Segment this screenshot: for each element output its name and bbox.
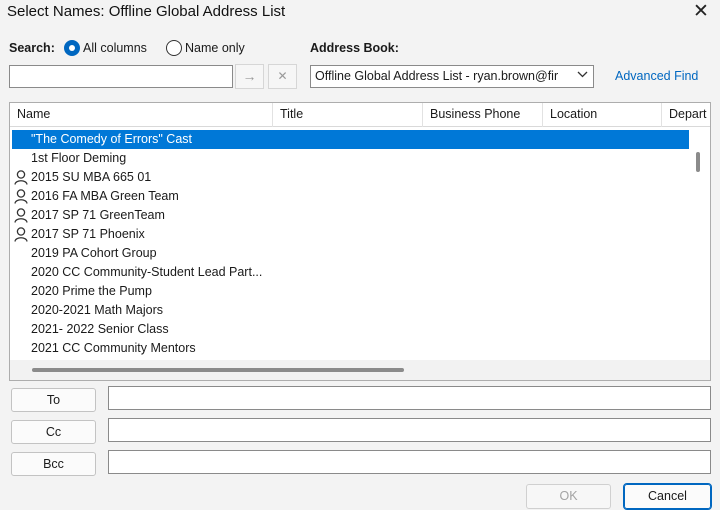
radio-unselected-icon [166, 40, 182, 56]
radio-name-only-label: Name only [185, 41, 245, 55]
list-item[interactable]: 2017 SP 71 Phoenix [10, 225, 690, 244]
vertical-scrollbar[interactable] [689, 128, 710, 362]
close-icon[interactable]: ✕ [690, 1, 712, 23]
radio-all-columns-label: All columns [83, 41, 147, 55]
list-item-name: 1st Floor Deming [31, 151, 127, 165]
ok-button[interactable]: OK [526, 484, 611, 509]
names-list[interactable]: Name Title Business Phone Location Depar… [9, 102, 711, 381]
list-item[interactable]: 1st Floor Deming [10, 149, 690, 168]
chevron-down-icon [577, 69, 588, 81]
person-icon [14, 208, 28, 223]
bcc-field[interactable] [108, 450, 711, 474]
column-header-location[interactable]: Location [543, 103, 662, 127]
list-item-name: 2020 CC Community-Student Lead Part... [31, 265, 263, 279]
list-item-name: 2015 SU MBA 665 01 [31, 170, 152, 184]
list-item[interactable]: 2015 SU MBA 665 01 [10, 168, 690, 187]
cc-button[interactable]: Cc [11, 420, 96, 444]
person-icon [14, 189, 28, 204]
list-item-name: 2021 CC Community Mentors [31, 341, 196, 355]
list-header: Name Title Business Phone Location Depar… [10, 103, 710, 127]
clear-search-icon[interactable]: ✕ [268, 64, 297, 89]
search-input[interactable] [9, 65, 233, 88]
bcc-button[interactable]: Bcc [11, 452, 96, 476]
list-item-name: 2016 FA MBA Green Team [31, 189, 179, 203]
radio-name-only[interactable]: Name only [166, 40, 245, 56]
address-book-select[interactable]: Offline Global Address List - ryan.brown… [310, 65, 594, 88]
list-item[interactable]: 2016 FA MBA Green Team [10, 187, 690, 206]
advanced-find-link[interactable]: Advanced Find [615, 69, 698, 83]
list-item-name: 2020 Prime the Pump [31, 284, 152, 298]
list-item[interactable]: 2020 CC Community-Student Lead Part... [10, 263, 690, 282]
window-title: Select Names: Offline Global Address Lis… [7, 3, 286, 20]
address-book-label: Address Book: [310, 41, 399, 55]
person-icon [14, 227, 28, 242]
list-item[interactable]: 2020-2021 Math Majors [10, 301, 690, 320]
address-book-value: Offline Global Address List - ryan.brown… [315, 69, 559, 83]
list-item[interactable]: 2021- 2022 Senior Class [10, 320, 690, 339]
cc-field[interactable] [108, 418, 711, 442]
title-bar: Select Names: Offline Global Address Lis… [0, 0, 720, 26]
horizontal-scroll-thumb[interactable] [32, 368, 404, 372]
horizontal-scrollbar[interactable] [10, 360, 710, 380]
column-header-title[interactable]: Title [273, 103, 423, 127]
column-header-name[interactable]: Name [10, 103, 273, 127]
list-item-name: 2019 PA Cohort Group [31, 246, 157, 260]
cancel-button[interactable]: Cancel [623, 483, 712, 510]
list-item[interactable]: 2021 CC Community Mentors [10, 339, 690, 358]
list-item-name: 2021- 2022 Senior Class [31, 322, 169, 336]
list-item-name: 2017 SP 71 GreenTeam [31, 208, 165, 222]
person-icon [14, 170, 28, 185]
list-item[interactable]: 2019 PA Cohort Group [10, 244, 690, 263]
list-item-name: "The Comedy of Errors" Cast [31, 132, 193, 146]
list-item-name: 2020-2021 Math Majors [31, 303, 164, 317]
list-item[interactable]: 2017 SP 71 GreenTeam [10, 206, 690, 225]
list-item[interactable]: 2020 Prime the Pump [10, 282, 690, 301]
to-field[interactable] [108, 386, 711, 410]
column-header-department[interactable]: Depart [662, 103, 710, 127]
radio-selected-icon [64, 40, 80, 56]
vertical-scroll-thumb[interactable] [696, 152, 700, 172]
go-arrow-icon[interactable]: → [235, 64, 264, 89]
radio-all-columns[interactable]: All columns [64, 40, 147, 56]
list-item[interactable]: "The Comedy of Errors" Cast [12, 130, 690, 149]
to-button[interactable]: To [11, 388, 96, 412]
column-header-business-phone[interactable]: Business Phone [423, 103, 543, 127]
list-item-name: 2017 SP 71 Phoenix [31, 227, 145, 241]
search-label: Search: [9, 41, 55, 55]
list-rows: "The Comedy of Errors" Cast 1st Floor Dem… [10, 130, 690, 358]
